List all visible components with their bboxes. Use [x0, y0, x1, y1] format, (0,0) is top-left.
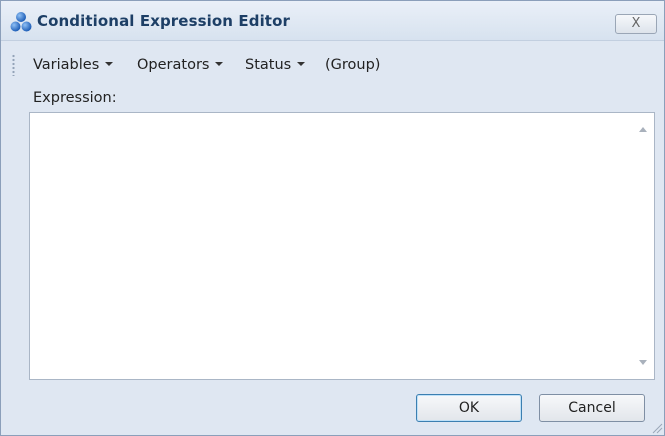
menu-status-label: Status [245, 57, 292, 73]
menu-operators[interactable]: Operators [137, 55, 224, 77]
dialog-window: Conditional Expression Editor X Variable… [0, 0, 665, 436]
resize-grip-icon[interactable] [649, 420, 663, 434]
scroll-up-icon[interactable] [639, 127, 647, 132]
menu-variables[interactable]: Variables [33, 55, 114, 77]
toolbar-grip[interactable] [12, 54, 15, 76]
menu-operators-label: Operators [137, 57, 210, 73]
three-spheres-icon [10, 12, 32, 32]
expression-label: Expression: [33, 90, 117, 106]
chevron-down-icon [105, 62, 114, 66]
title-bar[interactable]: Conditional Expression Editor X [1, 1, 664, 41]
chevron-down-icon [215, 62, 224, 66]
close-icon: X [631, 16, 641, 31]
close-button[interactable]: X [615, 14, 657, 34]
vertical-scrollbar[interactable] [634, 113, 654, 379]
expression-box [29, 112, 655, 380]
menu-group[interactable]: (Group) [325, 55, 380, 77]
expression-input[interactable] [30, 113, 634, 379]
menu-status[interactable]: Status [245, 55, 306, 77]
menu-group-label: (Group) [325, 57, 381, 73]
window-title: Conditional Expression Editor [37, 12, 290, 30]
menu-variables-label: Variables [33, 57, 100, 73]
scroll-down-icon[interactable] [639, 360, 647, 365]
ok-button[interactable]: OK [416, 394, 522, 422]
toolbar-menu: Variables Operators Status (Group) [1, 51, 664, 79]
cancel-button[interactable]: Cancel [539, 394, 645, 422]
chevron-down-icon [297, 62, 306, 66]
